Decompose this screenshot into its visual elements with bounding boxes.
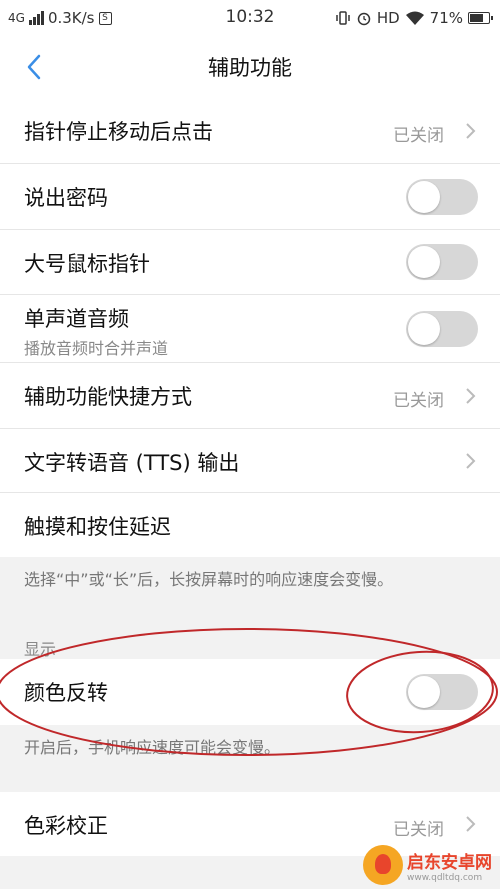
row-label: 辅助功能快捷方式 bbox=[24, 385, 192, 409]
row-value: 已关闭 bbox=[393, 391, 444, 411]
mono-audio-toggle[interactable] bbox=[406, 311, 478, 347]
title-bar: 辅助功能 bbox=[0, 36, 500, 98]
row-label: 色彩校正 bbox=[24, 814, 108, 838]
row-label: 大号鼠标指针 bbox=[24, 252, 150, 276]
status-bar: 4G 0.3K/s S 10:32 HD 71% bbox=[0, 0, 500, 36]
hd-indicator: HD bbox=[376, 9, 400, 27]
wifi-icon bbox=[405, 11, 424, 25]
row-sublabel: 播放音频时合并声道 bbox=[24, 339, 169, 358]
row-label: 颜色反转 bbox=[24, 681, 108, 705]
page-title: 辅助功能 bbox=[208, 56, 292, 80]
row-large-pointer: 大号鼠标指针 bbox=[0, 230, 500, 295]
chevron-right-icon bbox=[466, 816, 476, 832]
row-mono-audio: 单声道音频 播放音频时合并声道 bbox=[0, 295, 500, 363]
chevron-right-icon bbox=[466, 388, 476, 404]
watermark-text: 启东安卓网 bbox=[407, 852, 492, 873]
row-label: 指针停止移动后点击 bbox=[24, 120, 213, 144]
row-label: 说出密码 bbox=[24, 186, 108, 210]
alarm-icon bbox=[357, 12, 371, 26]
row-label: 文字转语音 (TTS) 输出 bbox=[24, 451, 240, 475]
touch-delay-note: 选择“中”或“长”后，长按屏幕时的响应速度会变慢。 bbox=[24, 570, 394, 589]
section-header-display: 显示 bbox=[24, 640, 57, 659]
toggle-knob bbox=[408, 313, 440, 345]
battery-percent: 71% bbox=[429, 9, 463, 27]
watermark-url: www.qdltdq.com bbox=[407, 872, 483, 883]
toggle-knob bbox=[408, 246, 440, 278]
speak-passwords-toggle[interactable] bbox=[406, 179, 478, 215]
toggle-knob bbox=[408, 676, 440, 708]
chevron-right-icon bbox=[466, 453, 476, 469]
large-pointer-toggle[interactable] bbox=[406, 244, 478, 280]
watermark-logo-icon bbox=[363, 845, 403, 885]
color-inversion-toggle[interactable] bbox=[406, 674, 478, 710]
chevron-right-icon bbox=[466, 123, 476, 139]
vibrate-icon bbox=[336, 11, 350, 25]
watermark: 启东安卓网 www.qdltdq.com bbox=[363, 845, 492, 885]
row-speak-passwords: 说出密码 bbox=[0, 164, 500, 230]
battery-icon bbox=[468, 12, 493, 24]
row-value: 已关闭 bbox=[393, 126, 444, 146]
toggle-knob bbox=[408, 181, 440, 213]
row-tts-output[interactable]: 文字转语音 (TTS) 输出 bbox=[0, 429, 500, 493]
row-accessibility-shortcut[interactable]: 辅助功能快捷方式 已关闭 bbox=[0, 363, 500, 429]
row-value: 已关闭 bbox=[393, 820, 444, 840]
row-touch-hold-delay[interactable]: 触摸和按住延迟 bbox=[0, 493, 500, 557]
row-label: 单声道音频 bbox=[24, 307, 129, 331]
row-dwell-click[interactable]: 指针停止移动后点击 已关闭 bbox=[0, 98, 500, 164]
row-color-inversion: 颜色反转 bbox=[0, 659, 500, 725]
row-label: 触摸和按住延迟 bbox=[24, 515, 171, 539]
invert-note: 开启后，手机响应速度可能会变慢。 bbox=[24, 738, 281, 757]
